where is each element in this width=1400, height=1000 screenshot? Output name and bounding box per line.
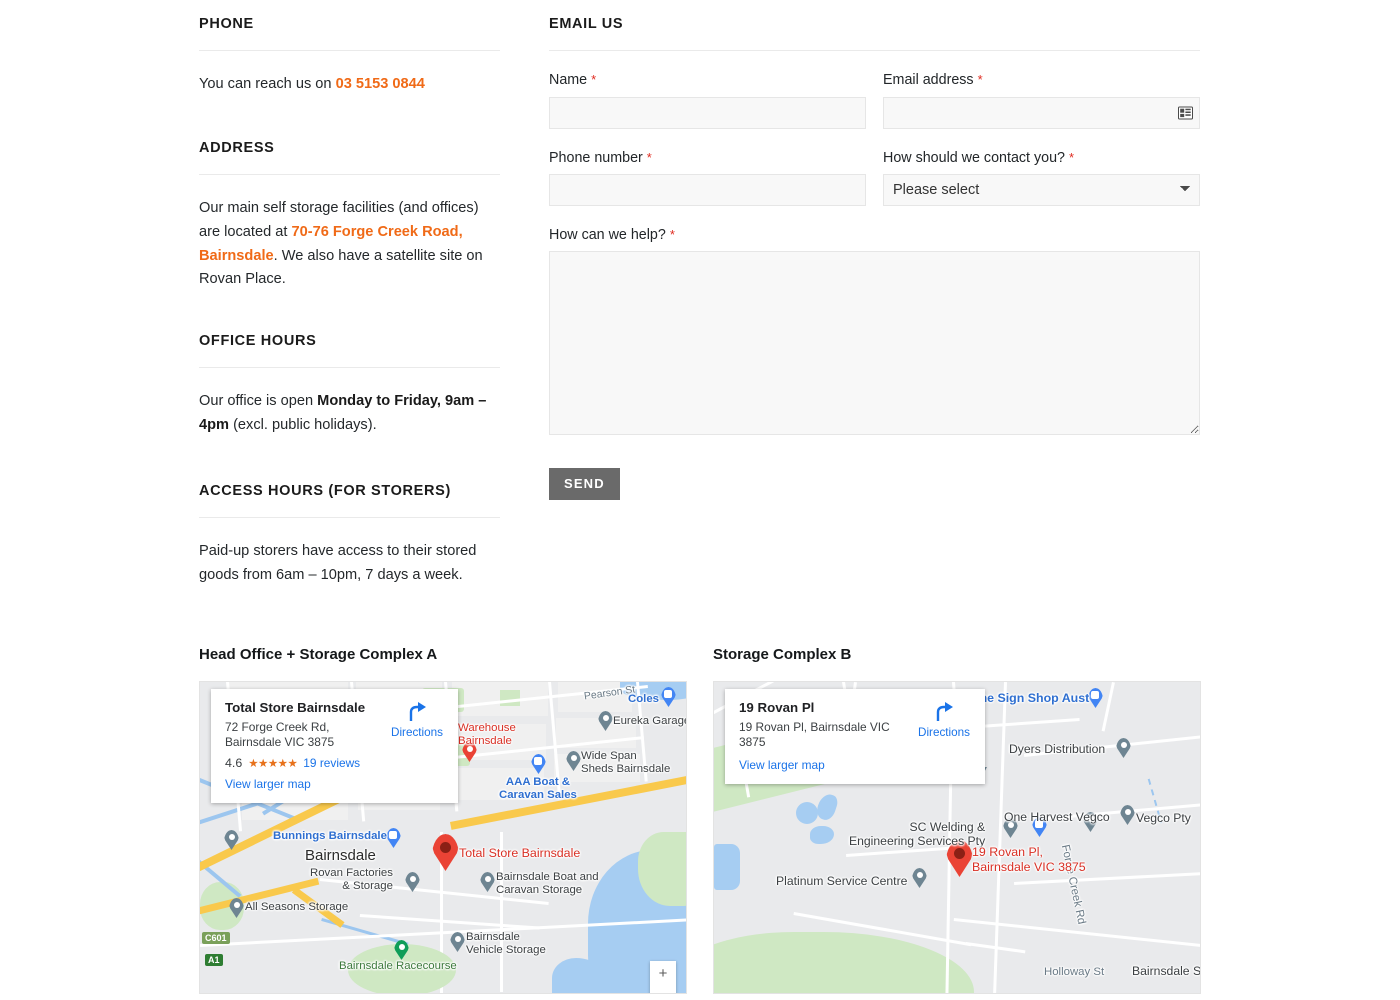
field-email: Email address * <box>883 72 1200 129</box>
contact-method-label: How should we contact you? * <box>883 150 1200 167</box>
required-marker: * <box>669 226 675 242</box>
phone-input[interactable] <box>549 173 866 206</box>
address-heading: ADDRESS <box>199 140 500 176</box>
map-b-heading: Storage Complex B <box>713 646 852 663</box>
map-b-view-larger-link[interactable]: View larger map <box>739 758 825 772</box>
email-input[interactable] <box>883 96 1200 129</box>
map-b-canvas[interactable]: The Sign Shop Aust Dyers Distribution On… <box>713 681 1201 994</box>
name-input-wrap <box>549 96 866 129</box>
field-phone: Phone number * <box>549 150 866 206</box>
map-a-zoom-in-button[interactable]: + <box>650 961 676 987</box>
access-hours-text: Paid-up storers have access to their sto… <box>199 543 477 583</box>
email-label: Email address * <box>883 72 1200 89</box>
message-label: How can we help? * <box>549 227 1200 244</box>
phone-label-text: Phone number <box>549 149 643 166</box>
email-label-text: Email address <box>883 72 974 89</box>
map-a-info-card: Total Store Bairnsdale 72 Forge Creek Rd… <box>211 689 458 804</box>
office-hours-prefix: Our office is open <box>199 393 318 410</box>
map-b-place-title: 19 Rovan Pl <box>739 700 815 715</box>
office-hours-heading: OFFICE HOURS <box>199 333 500 369</box>
contact-card-icon[interactable] <box>1178 106 1193 120</box>
map-a-info-main: Total Store Bairnsdale 72 Forge Creek Rd… <box>225 700 388 793</box>
map-a-directions-label: Directions <box>391 726 443 739</box>
maps-row: Head Office + Storage Complex A Pearson … <box>199 646 1201 994</box>
required-marker: * <box>591 72 597 88</box>
phone-section: PHONE You can reach us on 03 5153 0844 <box>199 16 500 97</box>
phone-input-wrap <box>549 173 866 206</box>
contact-method-select[interactable]: Please select <box>883 173 1200 206</box>
map-a-heading: Head Office + Storage Complex A <box>199 646 438 663</box>
map-a-place-address: 72 Forge Creek Rd, Bairnsdale VIC 3875 <box>225 719 335 750</box>
contact-form: Name * Email address * Phone number * Ho… <box>549 51 1200 500</box>
email-input-wrap <box>883 96 1200 129</box>
map-b-info-card: 19 Rovan Pl 19 Rovan Pl, Bairnsdale VIC … <box>725 689 985 785</box>
name-input[interactable] <box>549 96 866 129</box>
email-form-column: EMAIL US Name * Email address * Phone nu… <box>549 16 1200 500</box>
map-a-zoom-controls[interactable]: + − <box>650 961 676 993</box>
map-b-directions-button[interactable]: Directions <box>915 700 973 741</box>
access-hours-heading: ACCESS HOURS (FOR STORERS) <box>199 483 500 519</box>
star-rating-icon: ★★★★★ <box>248 758 298 771</box>
office-hours-suffix: (excl. public holidays). <box>229 417 377 434</box>
map-a-place-title: Total Store Bairnsdale <box>225 700 366 715</box>
map-column-b: Storage Complex B The Sign Shop Aust Dye… <box>713 646 1201 994</box>
map-a-zoom-out-button[interactable]: − <box>650 987 676 993</box>
address-text: Our main self storage facilities (and of… <box>199 175 500 292</box>
map-column-a: Head Office + Storage Complex A Pearson … <box>199 646 687 994</box>
maps-section: Head Office + Storage Complex A Pearson … <box>199 646 1201 994</box>
required-marker: * <box>977 72 983 88</box>
map-b-directions-label: Directions <box>918 726 970 739</box>
message-label-text: How can we help? <box>549 226 666 243</box>
phone-heading: PHONE <box>199 16 500 52</box>
phone-label: Phone number * <box>549 150 866 167</box>
office-hours-text: Our office is open Monday to Friday, 9am… <box>199 368 500 437</box>
name-label: Name * <box>549 72 866 89</box>
directions-arrow-icon <box>936 702 953 721</box>
directions-arrow-icon <box>409 702 426 721</box>
phone-number-link[interactable]: 03 5153 0844 <box>336 76 425 92</box>
address-section: ADDRESS Our main self storage facilities… <box>199 140 500 292</box>
map-b-place-address: 19 Rovan Pl, Bairnsdale VIC 3875 <box>739 719 890 750</box>
map-a-reviews-link[interactable]: 19 reviews <box>303 756 360 770</box>
map-b-info-main: 19 Rovan Pl 19 Rovan Pl, Bairnsdale VIC … <box>739 700 915 774</box>
required-marker: * <box>646 149 652 165</box>
contact-info-column: PHONE You can reach us on 03 5153 0844 A… <box>199 16 500 587</box>
field-message: How can we help? * <box>549 227 1200 435</box>
contact-method-label-text: How should we contact you? <box>883 149 1065 166</box>
message-textarea[interactable] <box>549 250 1200 435</box>
map-a-canvas[interactable]: Pearson St Coles Eureka Garages Wide Spa… <box>199 681 687 994</box>
access-hours-section: ACCESS HOURS (FOR STORERS) Paid-up store… <box>199 483 500 588</box>
map-a-directions-button[interactable]: Directions <box>388 700 446 741</box>
field-contact-method: How should we contact you? * Please sele… <box>883 150 1200 206</box>
send-button[interactable]: SEND <box>549 467 620 500</box>
field-name: Name * <box>549 72 866 129</box>
required-marker: * <box>1068 149 1075 165</box>
map-a-view-larger-link[interactable]: View larger map <box>225 777 311 791</box>
email-us-heading: EMAIL US <box>549 16 1200 52</box>
office-hours-section: OFFICE HOURS Our office is open Monday t… <box>199 333 500 438</box>
phone-text-prefix: You can reach us on <box>199 76 336 93</box>
contact-page: PHONE You can reach us on 03 5153 0844 A… <box>0 0 1400 1000</box>
phone-text: You can reach us on 03 5153 0844 <box>199 51 500 97</box>
name-label-text: Name <box>549 72 588 89</box>
map-a-rating-value: 4.6 <box>225 756 243 771</box>
map-a-rating-row: 4.6 ★★★★★ 19 reviews <box>225 756 388 770</box>
